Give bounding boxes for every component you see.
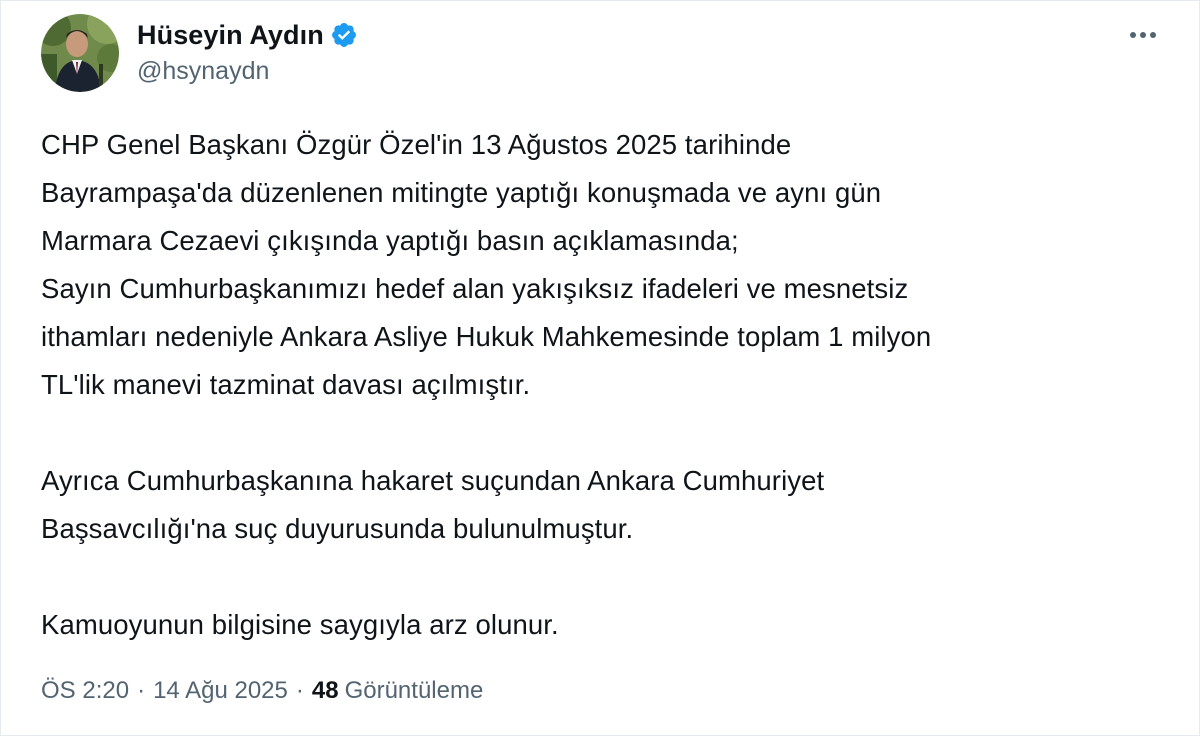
meta-separator: · xyxy=(137,677,146,704)
tweet-date[interactable]: 14 Ağu 2025 xyxy=(153,677,288,705)
tweet-line: Kamuoyunun bilgisine saygıyla arz olunur… xyxy=(41,609,559,640)
name-row: Hüseyin Aydın xyxy=(137,15,358,55)
meta-separator: · xyxy=(295,677,304,704)
profile-photo xyxy=(41,14,119,92)
tweet-line: CHP Genel Başkanı Özgür Özel'in 13 Ağust… xyxy=(41,129,792,160)
tweet-time[interactable]: ÖS 2:20 xyxy=(41,677,129,705)
tweet-line: Bayrampaşa'da düzenlenen mitingte yaptığ… xyxy=(41,177,882,208)
display-name[interactable]: Hüseyin Aydın xyxy=(137,20,324,51)
tweet-line: ithamları nedeniyle Ankara Asliye Hukuk … xyxy=(41,321,932,352)
tweet-line: Marmara Cezaevi çıkışında yaptığı basın … xyxy=(41,225,739,256)
views-label: Görüntüleme xyxy=(344,677,484,704)
tweet-text: CHP Genel Başkanı Özgür Özel'in 13 Ağust… xyxy=(41,121,1171,649)
author-block: Hüseyin Aydın @hsynaydn xyxy=(137,15,358,86)
handle[interactable]: @hsynaydn xyxy=(137,57,358,86)
views-count[interactable]: 48 xyxy=(312,677,339,705)
tweet-line: Başsavcılığı'na suç duyurusunda bulunulm… xyxy=(41,513,634,544)
tweet-card: Hüseyin Aydın @hsynaydn CHP Genel Başkan… xyxy=(0,0,1200,736)
verified-badge-icon[interactable] xyxy=(330,21,358,49)
tweet-line: Ayrıca Cumhurbaşkanına hakaret suçundan … xyxy=(41,465,825,496)
tweet-line: TL'lik manevi tazminat davası açılmıştır… xyxy=(41,369,531,400)
tweet-meta: ÖS 2:20 · 14 Ağu 2025 · 48 Görüntüleme xyxy=(41,677,483,705)
tweet-line: Sayın Cumhurbaşkanımızı hedef alan yakış… xyxy=(41,273,909,304)
avatar[interactable] xyxy=(41,14,119,92)
more-horizontal-icon[interactable] xyxy=(1123,17,1163,53)
